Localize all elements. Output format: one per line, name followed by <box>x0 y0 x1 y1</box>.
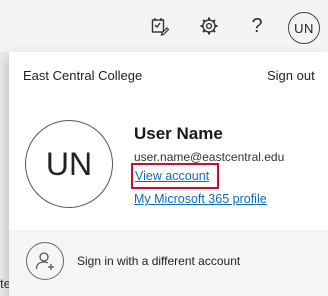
microsoft-365-profile-link[interactable]: My Microsoft 365 profile <box>134 192 267 206</box>
user-display-name: User Name <box>134 124 223 143</box>
organization-name: East Central College <box>23 68 143 83</box>
view-account-link[interactable]: View account <box>135 169 209 183</box>
avatar-initials: UN <box>294 20 314 36</box>
account-avatar-button[interactable]: UN <box>288 12 320 44</box>
sign-in-different-account-button[interactable]: Sign in with a different account <box>9 230 328 296</box>
user-email: user.name@eastcentral.edu <box>134 150 285 164</box>
sign-in-different-account-label: Sign in with a different account <box>77 254 241 268</box>
add-person-icon <box>26 242 64 280</box>
gear-icon[interactable] <box>196 13 222 39</box>
task-edit-icon[interactable] <box>147 13 173 39</box>
help-icon[interactable]: ? <box>244 13 270 39</box>
avatar-initials: UN <box>45 145 93 182</box>
view-account-highlight: View account <box>131 163 219 189</box>
help-glyph: ? <box>251 15 263 37</box>
top-bar: ? UN <box>0 0 328 52</box>
account-manager-panel: East Central College Sign out UN User Na… <box>9 52 328 296</box>
sign-out-link[interactable]: Sign out <box>267 68 315 83</box>
avatar: UN <box>25 120 113 208</box>
